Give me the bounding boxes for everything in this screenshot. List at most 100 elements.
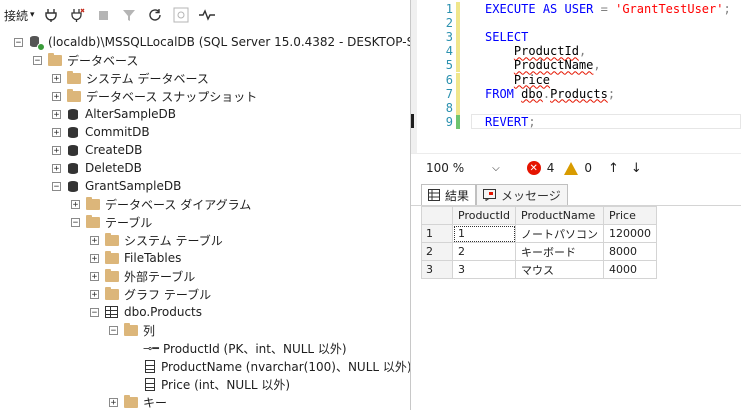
expand-icon[interactable]: + xyxy=(52,91,61,101)
row-number[interactable]: 3 xyxy=(421,260,453,279)
table-row[interactable]: 1 1 ノートパソコン 120000 xyxy=(421,224,657,243)
tree-node[interactable]: + CommitDB xyxy=(52,123,150,141)
expand-icon[interactable]: + xyxy=(52,163,61,173)
collapse-icon[interactable]: − xyxy=(14,37,23,47)
code-line[interactable]: REVERT; xyxy=(485,115,536,129)
zoom-dropdown[interactable]: 100 % ⌵ xyxy=(425,160,501,176)
table-row[interactable]: 2 2 キーボード 8000 xyxy=(421,242,657,261)
grid-cell[interactable]: 1 xyxy=(452,224,516,243)
tree-node-label: Price (int、NULL 以外) xyxy=(161,377,291,392)
arrow-up-icon[interactable]: ↑ xyxy=(608,161,619,176)
tab-messages[interactable]: メッセージ xyxy=(476,184,568,205)
tree-node[interactable]: + FileTables xyxy=(90,249,181,267)
grid-cell[interactable]: 8000 xyxy=(603,242,657,261)
tree-node-label: dbo.Products xyxy=(124,305,202,319)
row-number[interactable]: 2 xyxy=(421,242,453,261)
expand-icon[interactable]: + xyxy=(52,109,61,119)
arrow-down-icon[interactable]: ↓ xyxy=(631,161,642,176)
expand-icon[interactable]: + xyxy=(90,253,99,263)
grid-cell[interactable]: キーボード xyxy=(515,242,604,261)
tree-node-label: データベース スナップショット xyxy=(86,89,258,104)
expand-icon[interactable]: + xyxy=(52,73,61,83)
punctuation xyxy=(485,44,514,58)
tree-node[interactable]: + DeleteDB xyxy=(52,159,142,177)
tab-results[interactable]: 結果 xyxy=(421,184,477,205)
expand-icon[interactable]: + xyxy=(52,127,61,137)
expand-icon[interactable]: + xyxy=(52,145,61,155)
tree-node-label: AlterSampleDB xyxy=(85,107,177,121)
folder-icon xyxy=(48,52,62,66)
refresh-icon[interactable] xyxy=(145,5,165,25)
collapse-icon[interactable]: − xyxy=(52,181,61,191)
expand-icon[interactable]: + xyxy=(109,397,118,407)
collapse-icon[interactable]: − xyxy=(109,325,118,335)
expand-icon[interactable]: + xyxy=(90,289,99,299)
grid-cell[interactable]: 3 xyxy=(452,260,516,279)
code-line[interactable]: ProductName, xyxy=(485,58,601,72)
tree-node[interactable]: + キー xyxy=(109,393,167,410)
code-line[interactable]: Price xyxy=(485,73,550,87)
caret-marker xyxy=(411,114,414,128)
row-number[interactable]: 1 xyxy=(421,224,453,243)
expand-icon[interactable]: + xyxy=(90,235,99,245)
tab-results-label: 結果 xyxy=(445,188,470,203)
line-number: 6 xyxy=(445,72,453,87)
collapse-icon[interactable]: − xyxy=(90,307,99,317)
tree-node[interactable]: − テーブル xyxy=(71,213,152,231)
error-count[interactable]: ✕ 4 xyxy=(526,161,555,175)
tree-node[interactable]: ProductName (nvarchar(100)、NULL 以外) xyxy=(128,357,411,375)
tree-node[interactable]: − GrantSampleDB xyxy=(52,177,181,195)
change-marker xyxy=(456,58,460,73)
tree-node[interactable]: ⊸━ ProductId (PK、int、NULL 以外) xyxy=(128,339,347,357)
tree-node[interactable]: + CreateDB xyxy=(52,141,142,159)
tree-node-label: ProductName (nvarchar(100)、NULL 以外) xyxy=(161,359,411,374)
grid-cell[interactable]: マウス xyxy=(515,260,604,279)
grid-corner[interactable] xyxy=(421,206,453,225)
results-grid[interactable]: ProductId ProductName Price 1 1 ノートパソコン 12000… xyxy=(421,206,657,279)
error-count-value: 4 xyxy=(546,161,555,175)
column-header[interactable]: Price xyxy=(603,206,657,225)
table-row[interactable]: 3 3 マウス 4000 xyxy=(421,260,657,279)
grid-cell[interactable]: 120000 xyxy=(603,224,657,243)
tree-node[interactable]: + AlterSampleDB xyxy=(52,105,176,123)
activity-monitor-icon[interactable] xyxy=(197,5,217,25)
plug-icon[interactable] xyxy=(41,5,61,25)
tree-node[interactable]: − データベース xyxy=(33,51,138,69)
code-line[interactable]: SELECT xyxy=(485,30,528,44)
warning-count[interactable]: 0 xyxy=(564,161,592,175)
column-header[interactable]: ProductName xyxy=(515,206,604,225)
chevron-down-icon: ⌵ xyxy=(492,162,500,174)
tree-node[interactable]: Price (int、NULL 以外) xyxy=(128,375,290,393)
collapse-icon[interactable]: − xyxy=(71,217,80,227)
column-header[interactable]: ProductId xyxy=(452,206,516,225)
grid-cell[interactable]: ノートパソコン xyxy=(515,224,604,243)
tree-node-label: GrantSampleDB xyxy=(85,179,182,193)
filter-icon xyxy=(119,5,139,25)
grid-cell[interactable]: 4000 xyxy=(603,260,657,279)
database-icon xyxy=(67,108,79,121)
disconnect-icon[interactable] xyxy=(67,5,87,25)
expand-icon[interactable]: + xyxy=(71,199,80,209)
punctuation: ; xyxy=(607,86,616,101)
collapse-icon[interactable]: − xyxy=(33,55,42,65)
grid-cell[interactable]: 2 xyxy=(452,242,516,261)
line-number: 2 xyxy=(445,16,453,31)
expand-icon[interactable]: + xyxy=(90,271,99,281)
query-editor[interactable]: 1 EXECUTE AS USER = 'GrantTestUser'; 2 3 SEL… xyxy=(411,0,741,153)
tree-node[interactable]: − dbo.Products xyxy=(90,303,202,321)
tree-node[interactable]: + データベース ダイアグラム xyxy=(71,195,251,213)
tree-node[interactable]: + グラフ テーブル xyxy=(90,285,211,303)
tree-node[interactable]: + システム テーブル xyxy=(90,231,223,249)
tree-node[interactable]: − 列 xyxy=(109,321,155,339)
code-line[interactable]: FROM dbo.Products; xyxy=(485,87,615,101)
tree-node[interactable]: + システム データベース xyxy=(52,69,209,87)
zoom-value: 100 % xyxy=(426,161,465,175)
code-line[interactable]: EXECUTE AS USER = 'GrantTestUser'; xyxy=(485,2,731,16)
tree-node-label: CommitDB xyxy=(85,125,150,139)
connect-button[interactable]: 接続 ▾ xyxy=(4,7,35,24)
change-marker xyxy=(456,114,460,129)
tree-node[interactable]: − (localdb)\MSSQLLocalDB (SQL Server 15.0… xyxy=(14,33,410,51)
tree-node[interactable]: + 外部テーブル xyxy=(90,267,195,285)
tree-node[interactable]: + データベース スナップショット xyxy=(52,87,257,105)
code-line[interactable]: ProductId, xyxy=(485,44,586,58)
